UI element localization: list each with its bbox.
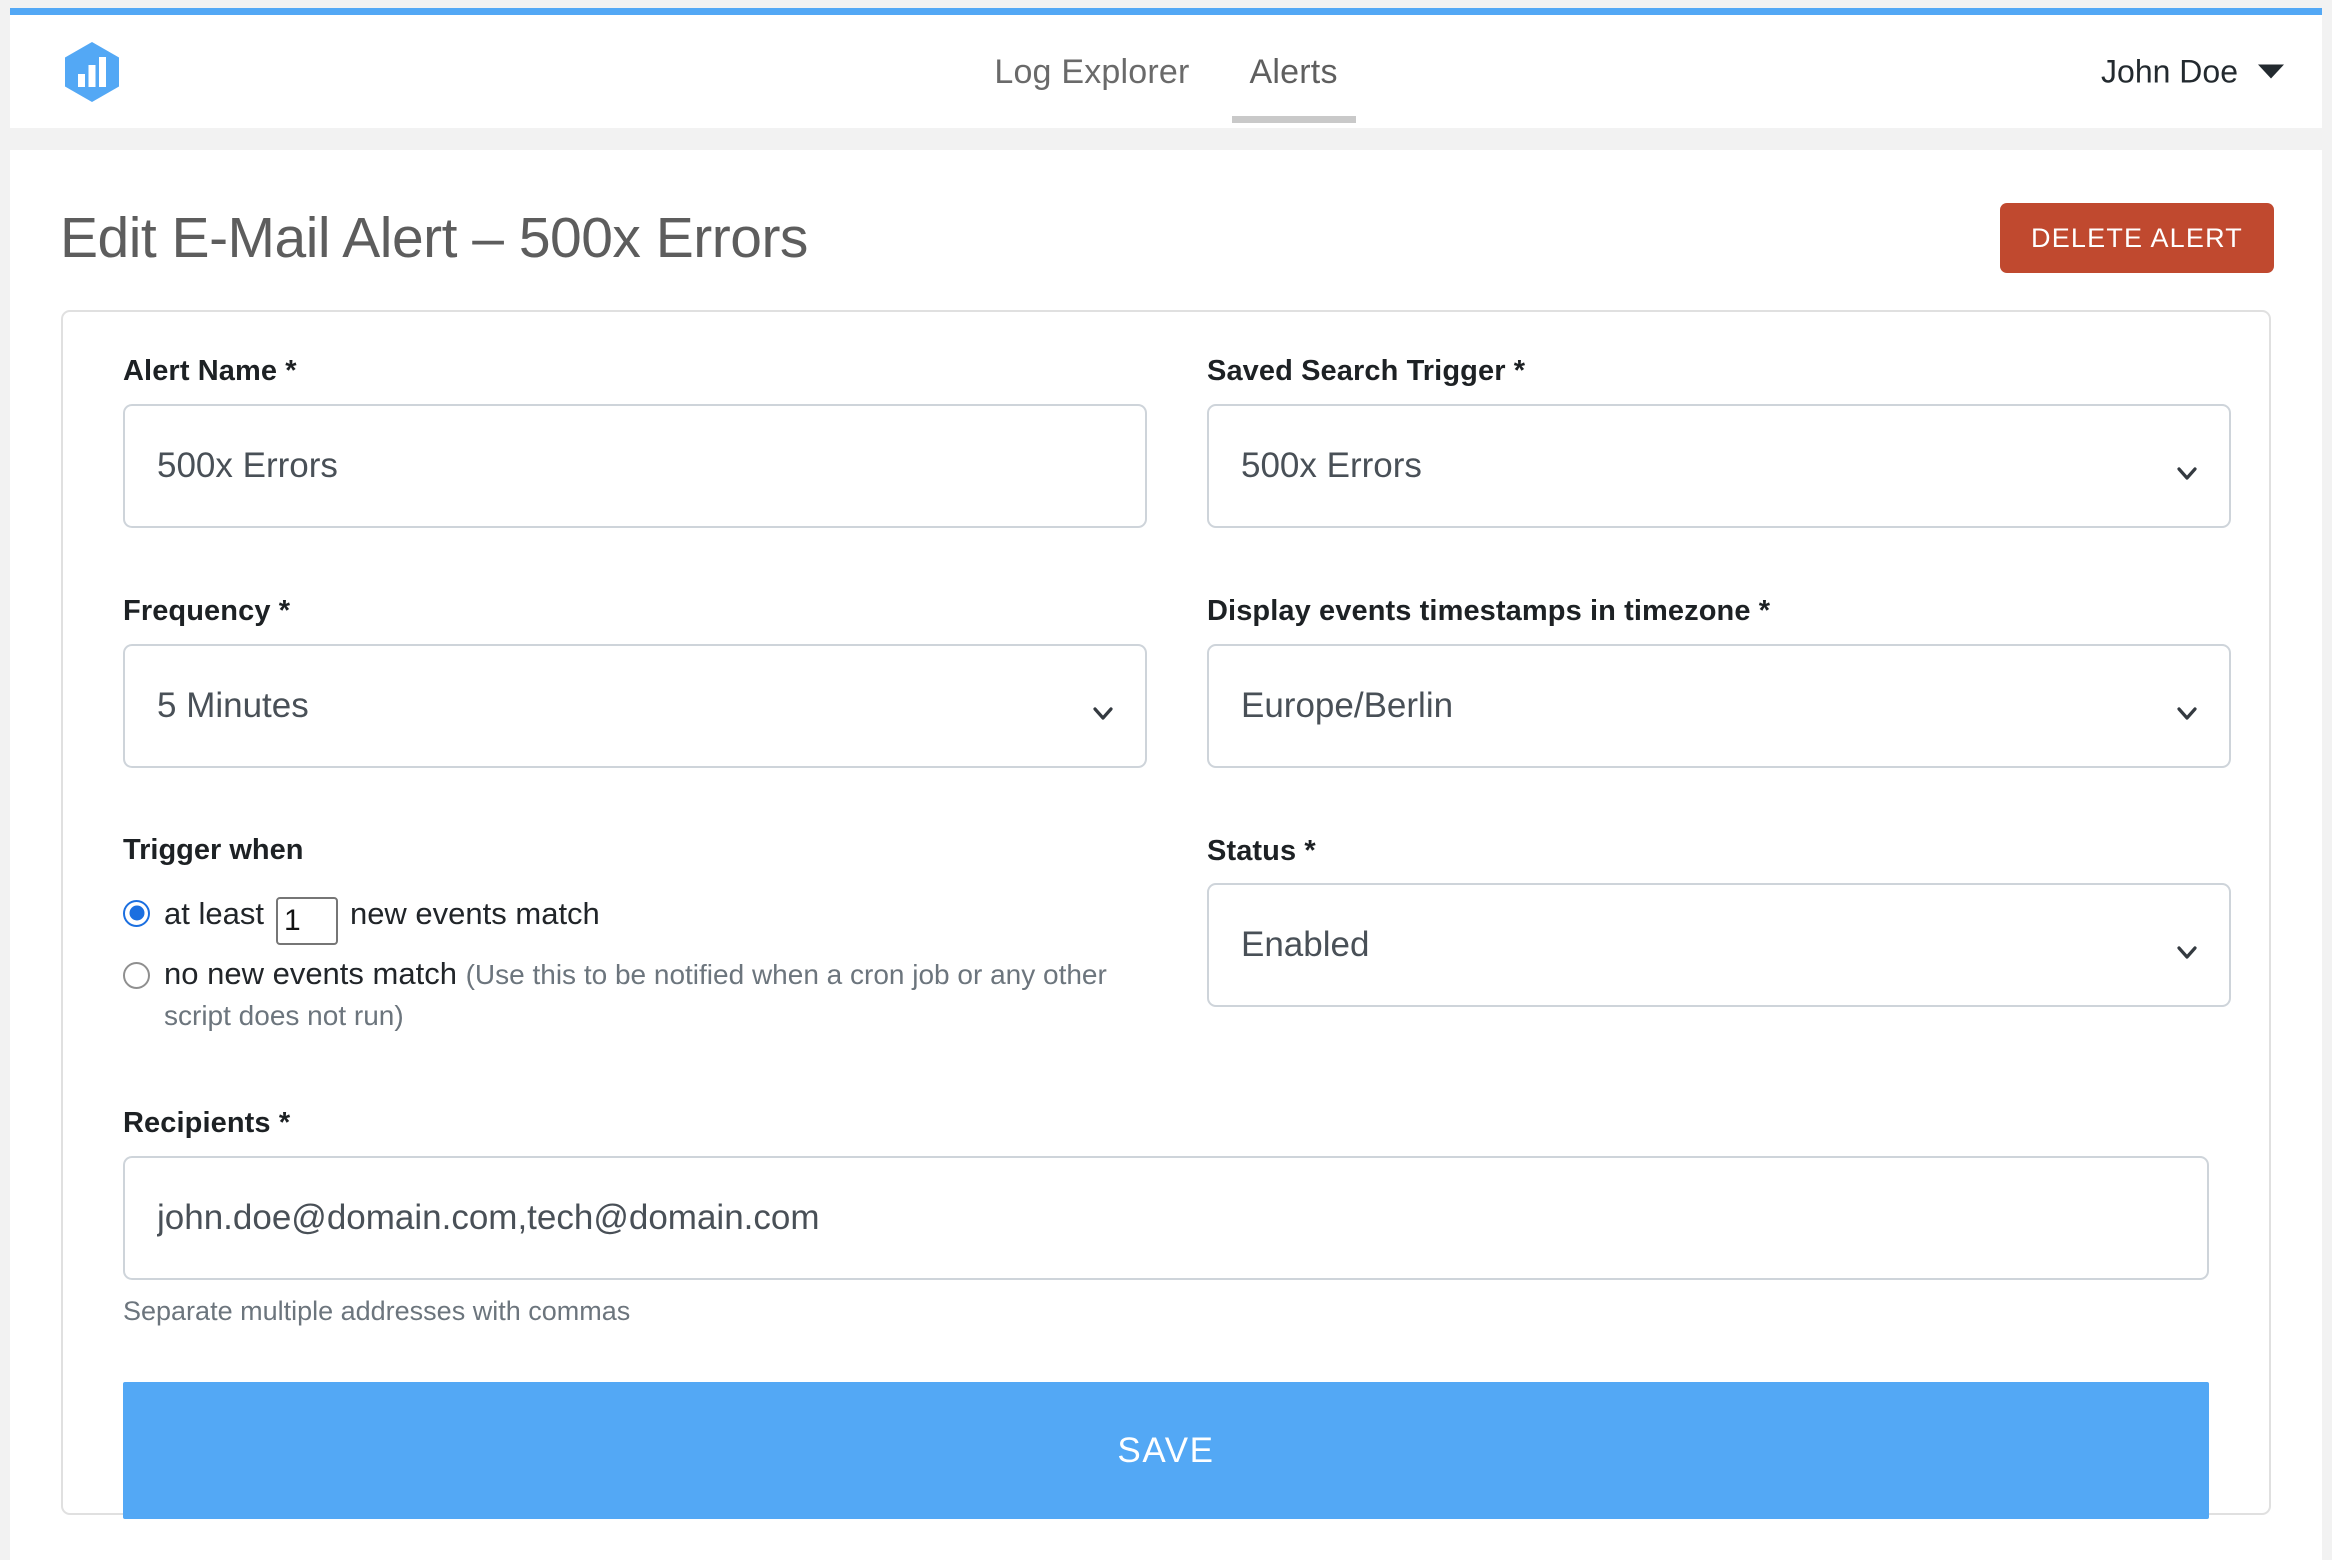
status-label: Status *	[1207, 834, 1316, 867]
chevron-down-icon	[2258, 64, 2284, 79]
user-menu-label: John Doe	[2101, 53, 2238, 89]
recipients-value: john.doe@domain.com,tech@domain.com	[157, 1198, 820, 1238]
frequency-select[interactable]: 5 Minutes	[123, 643, 1147, 768]
radio-at-least[interactable]	[123, 899, 150, 927]
chevron-down-icon	[1091, 694, 1115, 720]
form-row-1: Alert Name * 500x Errors Saved Search Tr…	[123, 354, 2231, 528]
field-frequency: Frequency * 5 Minutes	[123, 594, 1147, 768]
app-header: Log Explorer Alerts John Doe	[10, 15, 2322, 128]
delete-alert-button[interactable]: DELETE ALERT	[2000, 203, 2274, 273]
status-value: Enabled	[1241, 925, 1370, 965]
trigger-option-at-least-text: at least 1 new events match	[164, 891, 600, 945]
saved-search-trigger-value: 500x Errors	[1241, 445, 1422, 485]
field-trigger-when: Trigger when at least 1 new events match	[123, 834, 1147, 1051]
user-menu[interactable]: John Doe	[2101, 53, 2284, 90]
frequency-label: Frequency *	[123, 594, 291, 627]
tab-alerts-label: Alerts	[1249, 52, 1338, 91]
timezone-label: Display events timestamps in timezone *	[1207, 594, 1771, 627]
panel-header: Edit E-Mail Alert – 500x Errors DELETE A…	[60, 190, 2274, 286]
field-recipients: Recipients * john.doe@domain.com,tech@do…	[123, 1106, 2209, 1327]
chevron-down-icon	[2175, 454, 2199, 480]
alert-name-value: 500x Errors	[157, 445, 338, 485]
trigger-option-at-least[interactable]: at least 1 new events match	[123, 891, 1147, 945]
trigger-option-no-new-events[interactable]: no new events match (Use this to be noti…	[123, 953, 1138, 1037]
trigger-option-no-new-events-text: no new events match (Use this to be noti…	[164, 953, 1138, 1037]
recipients-input[interactable]: john.doe@domain.com,tech@domain.com	[123, 1156, 2209, 1281]
trigger-when-label: Trigger when	[123, 833, 304, 866]
tab-log-explorer-label: Log Explorer	[994, 52, 1190, 91]
header-panel-gap	[10, 128, 2322, 150]
no-new-events-label: no new events match	[164, 955, 457, 991]
page-title: Edit E-Mail Alert – 500x Errors	[60, 205, 808, 270]
field-alert-name: Alert Name * 500x Errors	[123, 354, 1147, 528]
at-least-suffix: new events match	[349, 895, 600, 931]
main-panel: Edit E-Mail Alert – 500x Errors DELETE A…	[10, 150, 2322, 1560]
at-least-prefix: at least	[164, 895, 264, 931]
alert-name-label: Alert Name *	[123, 355, 297, 387]
timezone-value: Europe/Berlin	[1241, 685, 1454, 725]
tab-alerts[interactable]: Alerts	[1220, 21, 1368, 123]
app-page: Log Explorer Alerts John Doe Edit E-Mail…	[0, 0, 2332, 1560]
event-count-input[interactable]: 1	[275, 896, 338, 945]
frequency-value: 5 Minutes	[157, 685, 309, 725]
recipients-helper-text: Separate multiple addresses with commas	[123, 1296, 631, 1327]
top-accent-strip	[10, 8, 2322, 15]
field-saved-search-trigger: Saved Search Trigger * 500x Errors	[1207, 354, 2231, 528]
radio-no-new-events[interactable]	[123, 961, 150, 989]
chevron-down-icon	[2175, 694, 2199, 720]
timezone-select[interactable]: Europe/Berlin	[1207, 643, 2231, 768]
chevron-down-icon	[2175, 933, 2199, 959]
alert-form: Alert Name * 500x Errors Saved Search Tr…	[123, 354, 2231, 1520]
tab-log-explorer[interactable]: Log Explorer	[964, 21, 1219, 123]
field-timezone: Display events timestamps in timezone * …	[1207, 594, 2231, 768]
saved-search-trigger-select[interactable]: 500x Errors	[1207, 403, 2231, 528]
alert-name-input[interactable]: 500x Errors	[123, 403, 1147, 528]
saved-search-trigger-label: Saved Search Trigger *	[1207, 355, 1526, 387]
form-row-2: Frequency * 5 Minutes Display events tim…	[123, 594, 2231, 768]
field-status: Status * Enabled	[1207, 834, 2231, 1051]
main-nav: Log Explorer Alerts	[10, 15, 2322, 128]
status-select[interactable]: Enabled	[1207, 883, 2231, 1008]
save-button[interactable]: SAVE	[123, 1382, 2209, 1520]
recipients-label: Recipients *	[123, 1107, 291, 1140]
form-row-3: Trigger when at least 1 new events match	[123, 834, 2231, 1051]
alert-form-card: Alert Name * 500x Errors Saved Search Tr…	[61, 310, 2271, 1520]
